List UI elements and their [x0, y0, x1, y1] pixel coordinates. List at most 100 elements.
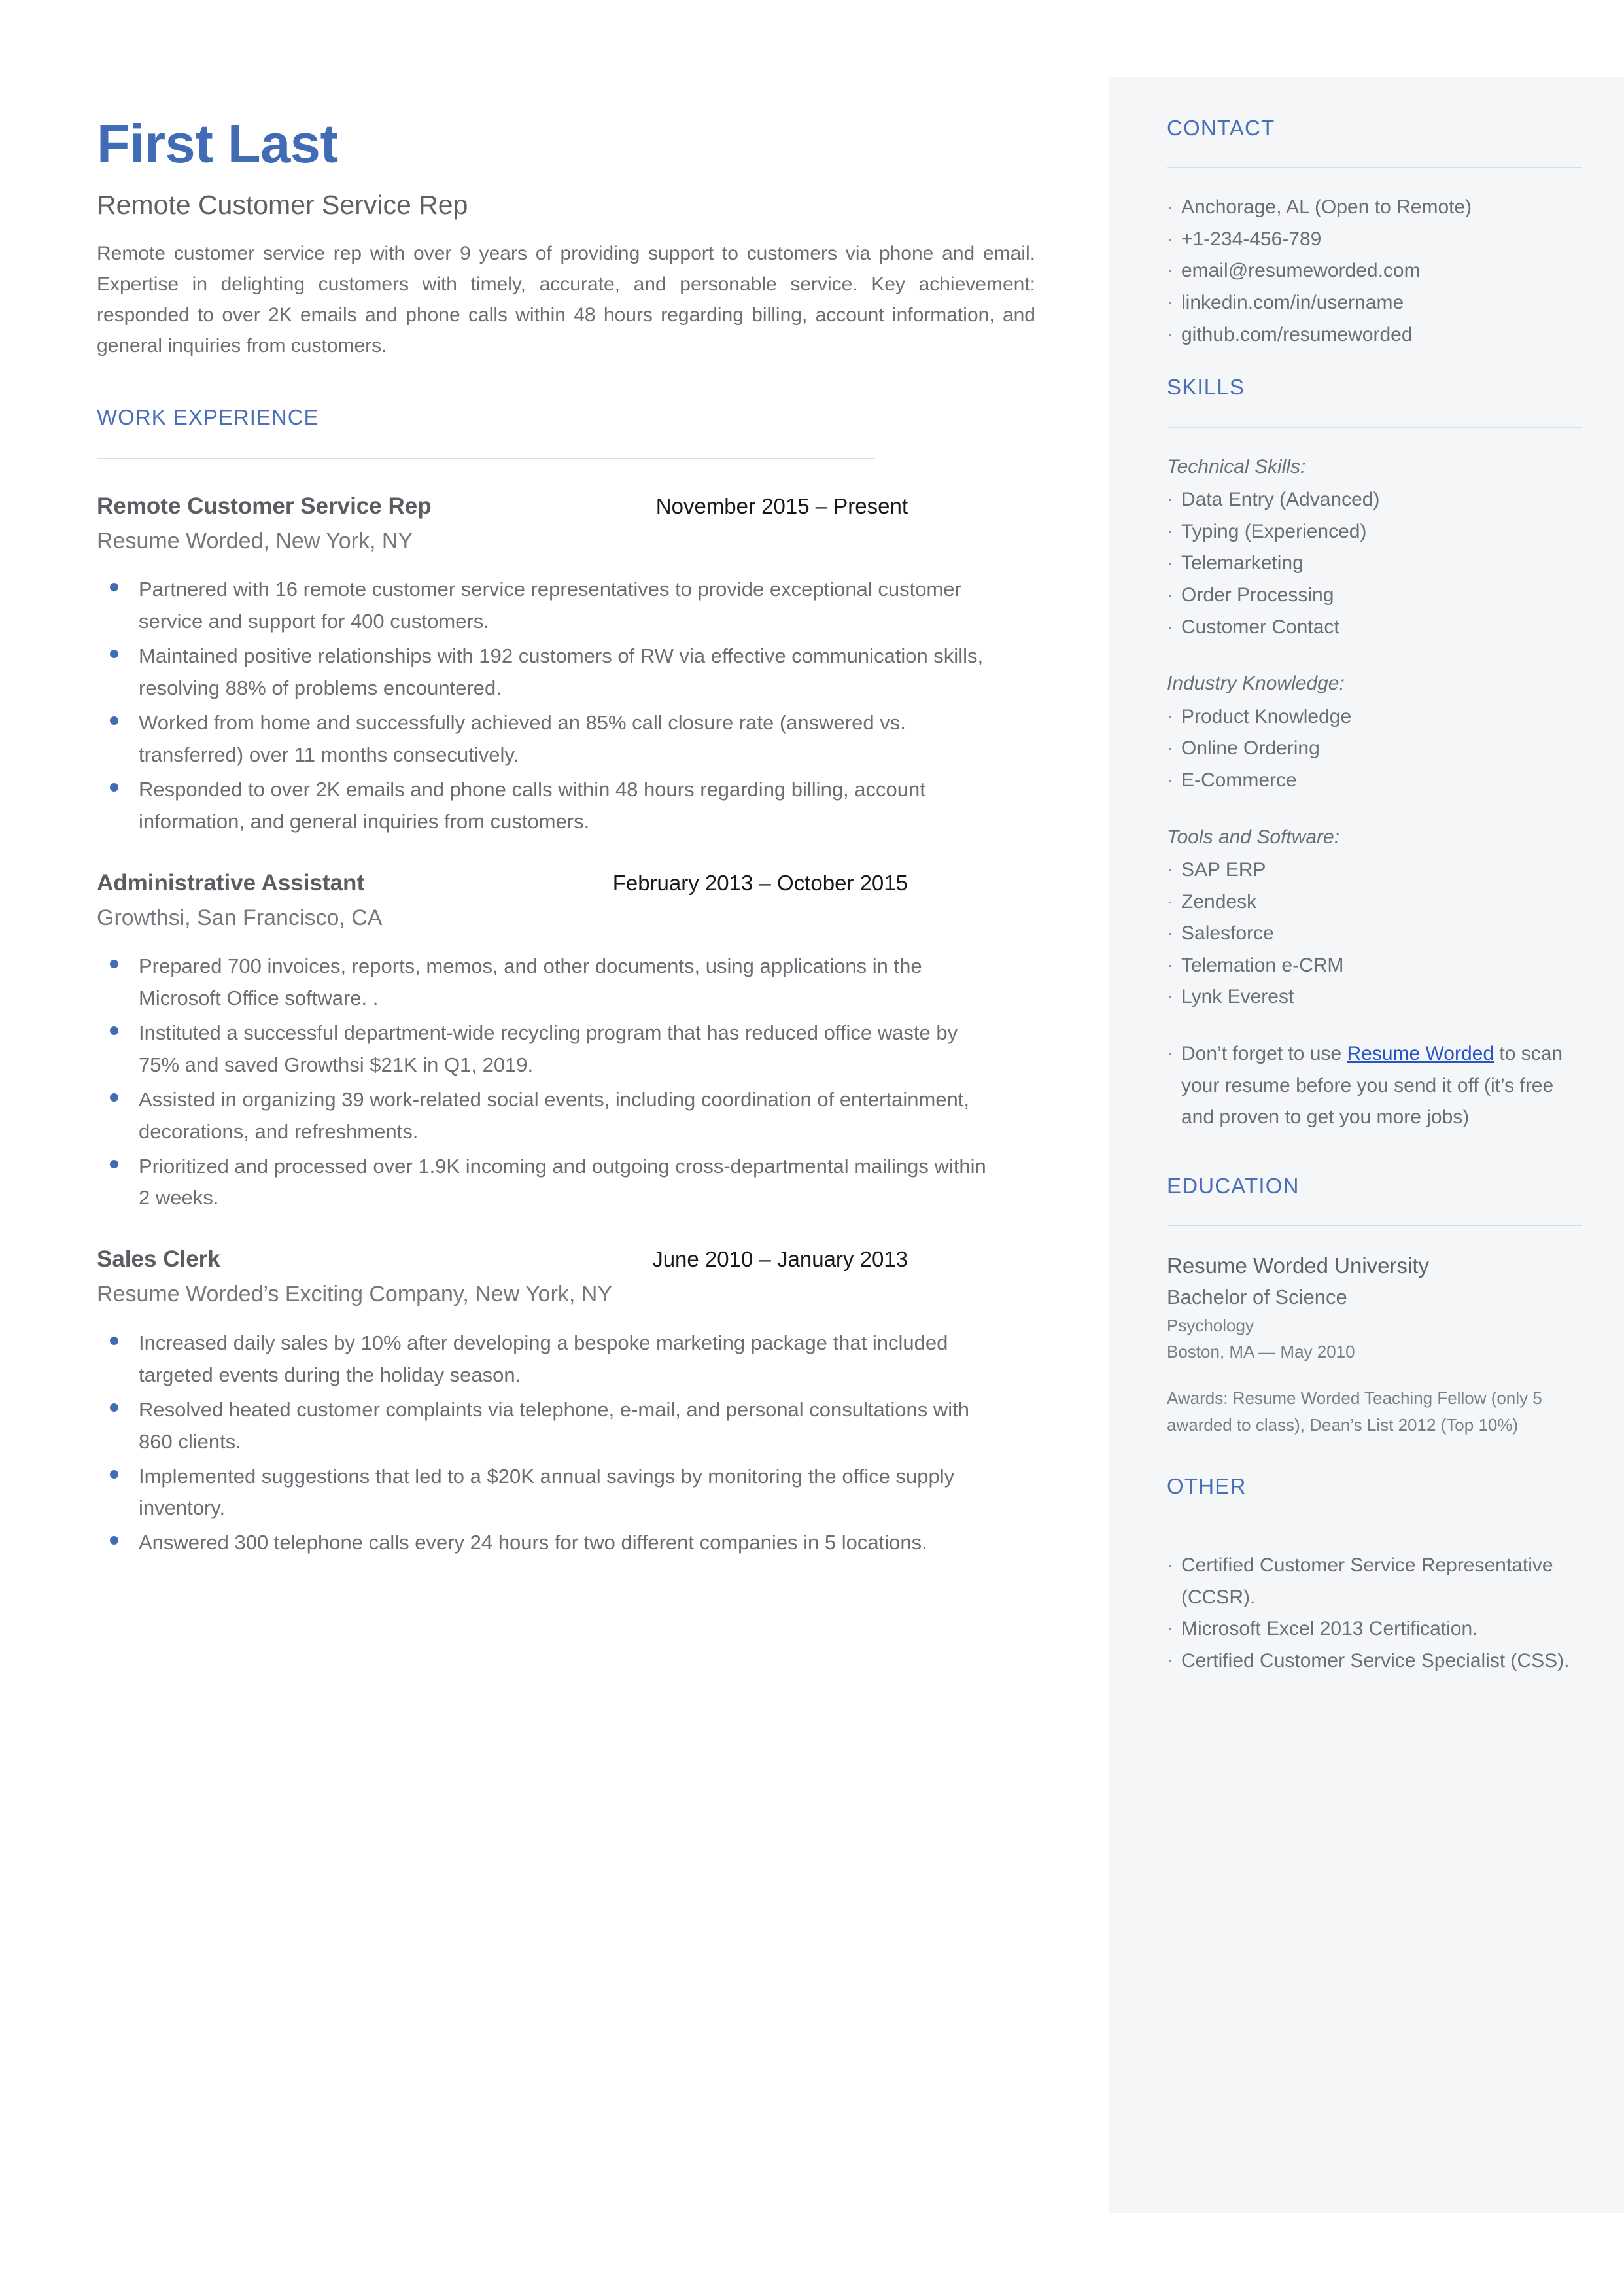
bullet-icon: ·	[1167, 954, 1173, 975]
job-bullet-text: Increased daily sales by 10% after devel…	[139, 1331, 948, 1386]
education-heading: EDUCATION	[1167, 1173, 1300, 1198]
job-company: Resume Worded’s Exciting Company, New Yo…	[97, 1282, 613, 1307]
skills-divider	[1167, 427, 1582, 428]
job-dates: February 2013 – October 2015	[612, 870, 908, 895]
skills-group-label: Tools and Software:	[1167, 826, 1340, 848]
list-item-label: linkedin.com/in/username	[1181, 292, 1404, 314]
list-item-label: Lynk Everest	[1181, 986, 1294, 1008]
bullet-icon: ·	[1167, 489, 1173, 510]
work-experience-entry: Administrative Assistant February 2013 – …	[97, 869, 1065, 1215]
job-bullet: Instituted a successful department-wide …	[97, 1017, 1065, 1081]
bullet-dot-icon	[97, 1394, 139, 1412]
job-bullet-text: Prioritized and processed over 1.9K inco…	[139, 1154, 986, 1210]
list-item: · Customer Contact	[1167, 612, 1582, 644]
job-bullet-text: Prepared 700 invoices, reports, memos, a…	[139, 954, 922, 1009]
list-item: · Zendesk	[1167, 886, 1582, 919]
bullet-icon: ·	[1167, 1554, 1173, 1575]
work-experience-divider	[97, 457, 875, 459]
sidebar: CONTACT · Anchorage, AL (Open to Remote) ·…	[1109, 77, 1624, 2213]
skills-groups: Technical Skills: · Data Entry (Advanced) ·…	[1167, 451, 1582, 1014]
bullet-dot-icon	[97, 640, 139, 658]
job-bullet-text: Assisted in organizing 39 work-related s…	[139, 1087, 969, 1143]
contact-heading: CONTACT	[1167, 116, 1275, 140]
bullet-icon: ·	[1167, 292, 1173, 313]
job-company: Resume Worded, New York, NY	[97, 528, 413, 553]
education-divider	[1167, 1225, 1582, 1227]
job-bullet: Assisted in organizing 39 work-related s…	[97, 1084, 1065, 1148]
job-bullet-list: Increased daily sales by 10% after devel…	[97, 1327, 1065, 1560]
list-item: · Online Ordering	[1167, 733, 1582, 765]
list-item: · Lynk Everest	[1167, 981, 1582, 1013]
bullet-icon: ·	[1167, 890, 1173, 911]
list-item: · Anchorage, AL (Open to Remote)	[1167, 192, 1582, 224]
list-item-label: Certified Customer Service Representativ…	[1181, 1554, 1553, 1608]
list-item: · Typing (Experienced)	[1167, 516, 1582, 548]
professional-summary: Remote customer service rep with over 9 …	[97, 243, 1035, 357]
bullet-dot-icon	[97, 774, 139, 792]
other-list: · Certified Customer Service Representati…	[1167, 1550, 1582, 1677]
bullet-icon: ·	[1167, 260, 1173, 281]
contact-divider	[1167, 167, 1582, 169]
list-item: · Data Entry (Advanced)	[1167, 484, 1582, 516]
education-field: Psychology	[1167, 1316, 1254, 1336]
list-item-label: github.com/resumeworded	[1181, 323, 1413, 345]
candidate-name: First Last	[97, 113, 338, 174]
promo-text-before: Don’t forget to use	[1181, 1043, 1347, 1065]
job-bullet: Worked from home and successfully achiev…	[97, 707, 1065, 771]
job-bullet-list: Partnered with 16 remote customer servic…	[97, 574, 1065, 838]
job-bullet-list: Prepared 700 invoices, reports, memos, a…	[97, 951, 1065, 1215]
list-item: · Order Processing	[1167, 580, 1582, 612]
list-item-label: Certified Customer Service Specialist (C…	[1181, 1650, 1570, 1672]
education-degree: Bachelor of Science	[1167, 1285, 1347, 1308]
job-bullet-text: Instituted a successful department-wide …	[139, 1021, 958, 1076]
list-item-label: Zendesk	[1181, 890, 1257, 913]
list-item-label: Product Knowledge	[1181, 705, 1352, 727]
list-item: · Product Knowledge	[1167, 701, 1582, 733]
bullet-dot-icon	[97, 1327, 139, 1345]
job-bullet-text: Resolved heated customer complaints via …	[139, 1397, 969, 1453]
list-item-label: Microsoft Excel 2013 Certification.	[1181, 1618, 1478, 1640]
bullet-icon: ·	[1167, 1043, 1173, 1064]
education-body: Resume Worded University Bachelor of Sci…	[1167, 1250, 1582, 1439]
job-bullet: Prepared 700 invoices, reports, memos, a…	[97, 951, 1065, 1015]
job-company: Growthsi, San Francisco, CA	[97, 905, 383, 930]
list-item-label: Online Ordering	[1181, 737, 1320, 760]
bullet-dot-icon	[97, 1527, 139, 1545]
job-dates: November 2015 – Present	[655, 493, 908, 518]
list-item-label: Telemation e-CRM	[1181, 954, 1344, 976]
list-item: · Telemation e-CRM	[1167, 950, 1582, 982]
bullet-icon: ·	[1167, 737, 1173, 758]
list-item-label: Typing (Experienced)	[1181, 520, 1367, 542]
bullet-dot-icon	[97, 1017, 139, 1035]
other-heading: OTHER	[1167, 1473, 1247, 1498]
skills-heading: SKILLS	[1167, 375, 1245, 400]
bullet-icon: ·	[1167, 1618, 1173, 1639]
list-item-label: Order Processing	[1181, 584, 1334, 606]
list-item-label: SAP ERP	[1181, 859, 1266, 881]
bullet-icon: ·	[1167, 196, 1173, 217]
list-item: · Salesforce	[1167, 918, 1582, 950]
bullet-dot-icon	[97, 951, 139, 968]
list-item-label: email@resumeworded.com	[1181, 260, 1421, 282]
list-item: · Microsoft Excel 2013 Certification.	[1167, 1613, 1582, 1645]
job-title: Remote Customer Service Rep	[97, 493, 432, 519]
list-item-label: +1-234-456-789	[1181, 228, 1322, 250]
candidate-title: Remote Customer Service Rep	[97, 190, 468, 220]
job-bullet-text: Answered 300 telephone calls every 24 ho…	[139, 1531, 927, 1554]
education-awards: Awards: Resume Worded Teaching Fellow (o…	[1167, 1388, 1542, 1435]
skills-group-label: Technical Skills:	[1167, 455, 1306, 478]
list-item: · E-Commerce	[1167, 765, 1582, 797]
job-bullet: Resolved heated customer complaints via …	[97, 1394, 1065, 1458]
bullet-icon: ·	[1167, 986, 1173, 1007]
job-bullet: Responded to over 2K emails and phone ca…	[97, 774, 1065, 838]
resume-worded-link[interactable]: Resume Worded	[1347, 1043, 1494, 1064]
work-experience-heading: WORK EXPERIENCE	[97, 404, 319, 429]
bullet-icon: ·	[1167, 705, 1173, 726]
job-bullet-text: Partnered with 16 remote customer servic…	[139, 577, 961, 633]
bullet-dot-icon	[97, 1461, 139, 1479]
bullet-dot-icon	[97, 1151, 139, 1168]
list-item: · Certified Customer Service Specialist (…	[1167, 1645, 1582, 1677]
